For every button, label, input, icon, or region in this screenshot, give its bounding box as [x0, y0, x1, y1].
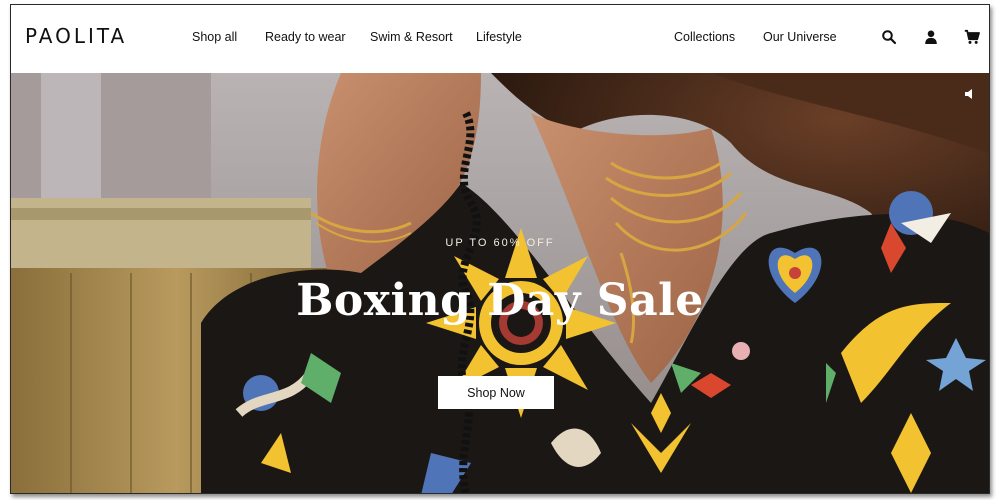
site-header: PAOLITA Shop all Ready to wear Swim & Re…	[11, 5, 989, 73]
shop-now-button[interactable]: Shop Now	[438, 376, 554, 409]
volume-icon[interactable]	[964, 87, 978, 99]
nav-our-universe[interactable]: Our Universe	[763, 30, 837, 44]
nav-shop-all[interactable]: Shop all	[192, 30, 237, 44]
hero-eyebrow: UP TO 60% OFF	[445, 237, 555, 249]
main-nav: Shop all Ready to wear Swim & Resort Lif…	[11, 30, 989, 50]
nav-collections[interactable]: Collections	[674, 30, 735, 44]
hero-headline: Boxing Day Sale	[296, 275, 704, 326]
nav-lifestyle[interactable]: Lifestyle	[476, 30, 522, 44]
account-icon[interactable]	[923, 29, 939, 45]
nav-swim-resort[interactable]: Swim & Resort	[370, 30, 453, 44]
cart-icon[interactable]	[964, 29, 980, 45]
search-icon[interactable]	[881, 29, 897, 45]
nav-ready-to-wear[interactable]: Ready to wear	[265, 30, 346, 44]
hero-banner[interactable]: UP TO 60% OFF Boxing Day Sale Shop Now	[11, 73, 989, 493]
browser-viewport: PAOLITA Shop all Ready to wear Swim & Re…	[10, 4, 990, 494]
